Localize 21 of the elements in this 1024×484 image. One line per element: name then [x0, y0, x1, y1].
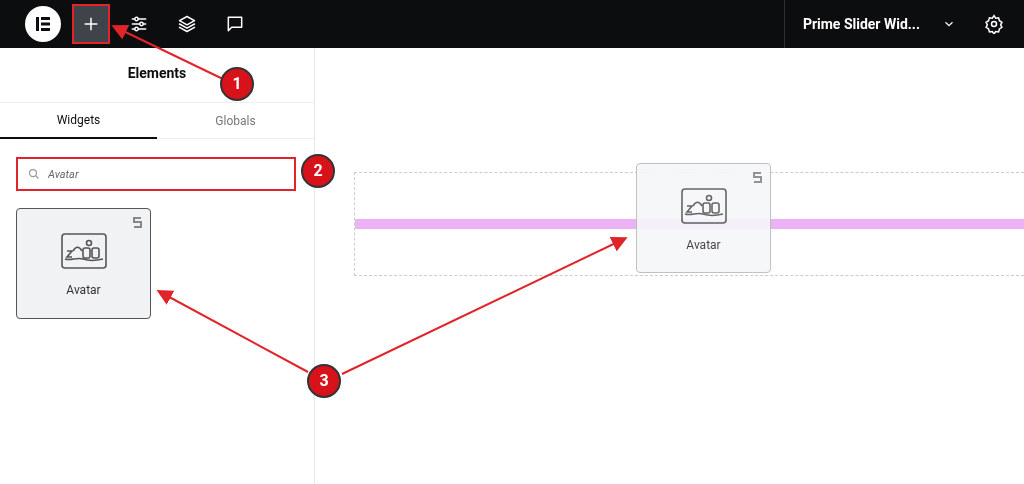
settings-icon[interactable]	[984, 14, 1004, 34]
avatar-widget-icon	[680, 188, 727, 224]
widget-card[interactable]: Avatar	[636, 163, 771, 273]
search-field[interactable]: Avatar	[16, 157, 296, 191]
pro-badge-icon	[753, 172, 762, 183]
logo-mark-icon	[35, 16, 51, 32]
widget-card[interactable]: Avatar	[16, 208, 151, 319]
layers-icon	[177, 14, 197, 34]
page-title[interactable]: Prime Slider Wid...	[802, 13, 920, 35]
sliders-icon	[129, 14, 149, 34]
pro-badge-icon	[133, 217, 142, 228]
widget-label: Avatar	[686, 237, 721, 254]
panel-tab[interactable]: Globals	[157, 103, 314, 139]
widget-label: Avatar	[66, 282, 101, 299]
avatar-widget-icon	[60, 233, 107, 269]
toolbar-button[interactable]	[74, 6, 108, 42]
panel-title: Elements	[127, 64, 187, 83]
elementor-logo[interactable]	[25, 6, 61, 42]
chat-icon	[225, 14, 245, 34]
panel-tab[interactable]: Widgets	[0, 103, 157, 139]
search-icon	[28, 168, 40, 180]
